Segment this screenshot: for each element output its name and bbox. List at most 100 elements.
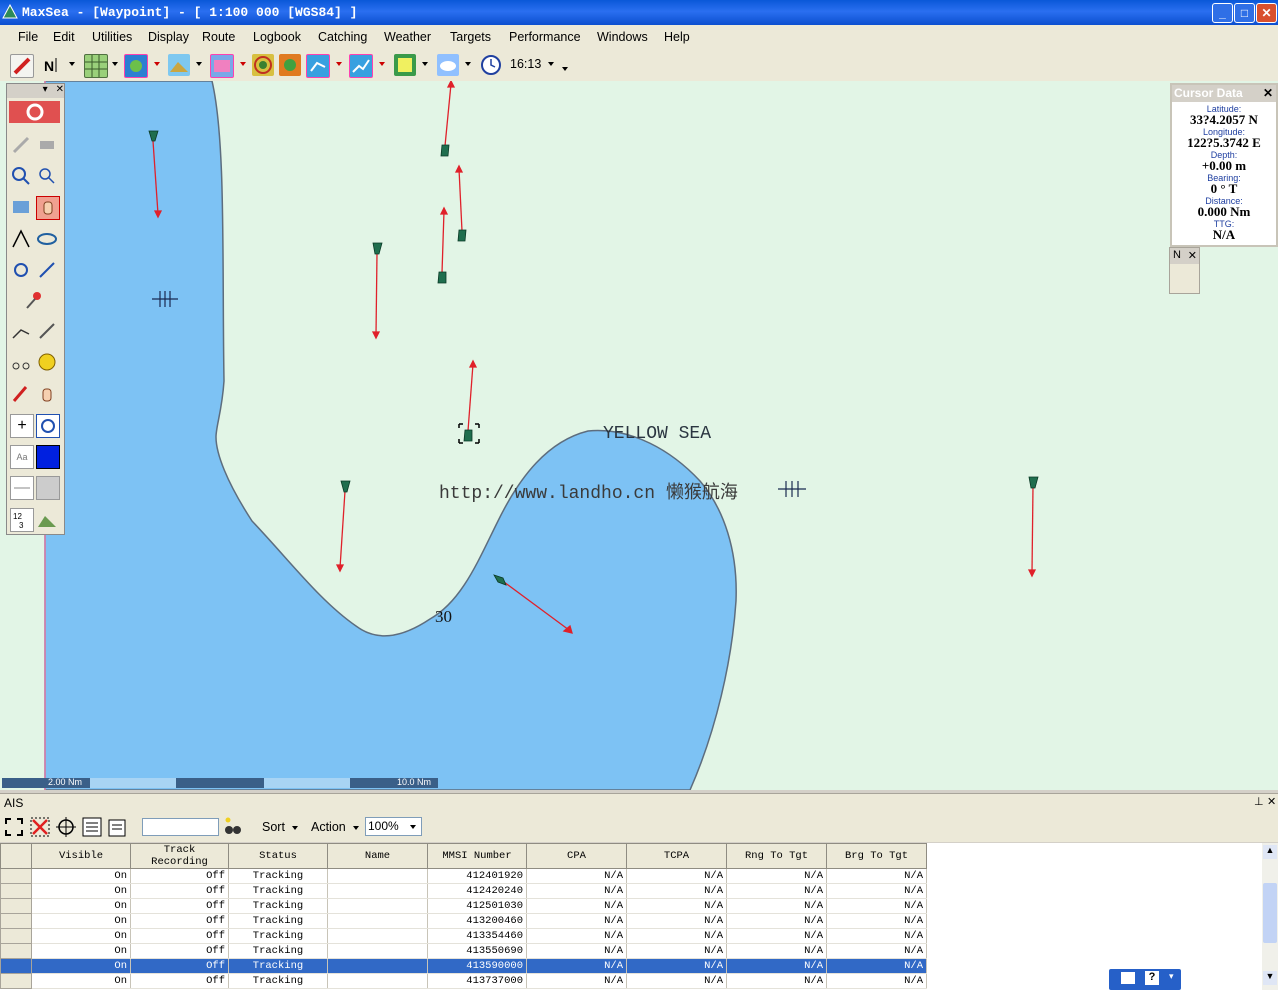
- scroll-up-icon[interactable]: ▲: [1263, 845, 1277, 859]
- menu-catching[interactable]: Catching: [318, 30, 367, 44]
- table-row[interactable]: On Off Tracking 413590000 N/A N/A N/A N/A: [0, 958, 927, 974]
- menu-utilities[interactable]: Utilities: [92, 30, 132, 44]
- draw-pencil-icon[interactable]: [10, 383, 32, 405]
- pan-hand-icon[interactable]: [36, 196, 60, 220]
- col-brg-to-tgt[interactable]: Brg To Tgt: [826, 843, 927, 869]
- target-tool-icon[interactable]: [36, 228, 58, 250]
- smiley-icon[interactable]: [36, 351, 58, 373]
- maximize-button[interactable]: □: [1234, 3, 1255, 23]
- pointer-hand-icon[interactable]: [36, 383, 58, 405]
- line-style-icon[interactable]: [10, 476, 34, 500]
- zoom-out-icon[interactable]: [36, 165, 58, 187]
- numbering-icon[interactable]: 12 3: [10, 508, 34, 532]
- row-selector[interactable]: [0, 898, 32, 914]
- table-row[interactable]: On Off Tracking 412401920 N/A N/A N/A N/A: [0, 868, 927, 884]
- help-icon[interactable]: ?: [1145, 971, 1159, 985]
- eraser-icon[interactable]: [36, 134, 58, 156]
- layers-icon[interactable]: [210, 54, 234, 78]
- edit-mark-icon[interactable]: [23, 289, 45, 311]
- grid-icon[interactable]: [84, 54, 108, 78]
- select-area-icon[interactable]: [5, 818, 23, 836]
- north-panel-close-icon[interactable]: ✕: [1188, 249, 1197, 262]
- split-screen-icon[interactable]: [394, 54, 416, 76]
- scroll-thumb[interactable]: [1263, 883, 1277, 943]
- col-status[interactable]: Status: [228, 843, 328, 869]
- ais-close-icon[interactable]: ✕: [1267, 795, 1276, 808]
- close-button[interactable]: ✕: [1256, 3, 1277, 23]
- weather-icon[interactable]: [437, 54, 459, 76]
- delete-selection-icon[interactable]: [30, 817, 50, 840]
- table-row[interactable]: On Off Tracking 413737000 N/A N/A N/A N/A: [0, 973, 927, 989]
- measure-icon[interactable]: [10, 134, 32, 156]
- fill-pattern-icon[interactable]: [36, 476, 60, 500]
- pin-icon[interactable]: ⊥: [1254, 795, 1264, 808]
- menu-performance[interactable]: Performance: [509, 30, 581, 44]
- cursor-data-close-icon[interactable]: ✕: [1263, 86, 1273, 100]
- lifebuoy-icon[interactable]: [9, 101, 60, 123]
- circle-tool-icon[interactable]: [36, 414, 60, 438]
- zoom-select[interactable]: 100%: [365, 817, 422, 836]
- col-cpa[interactable]: CPA: [526, 843, 627, 869]
- menu-file[interactable]: File: [18, 30, 38, 44]
- menu-targets[interactable]: Targets: [450, 30, 491, 44]
- col-visible[interactable]: Visible: [31, 843, 131, 869]
- properties-icon[interactable]: [108, 817, 128, 840]
- text-tool-icon[interactable]: Aa: [10, 445, 34, 469]
- north-up-icon[interactable]: N: [42, 54, 64, 76]
- color-picker-icon[interactable]: [36, 445, 60, 469]
- table-row[interactable]: On Off Tracking 413200460 N/A N/A N/A N/A: [0, 913, 927, 929]
- table-row[interactable]: On Off Tracking 412501030 N/A N/A N/A N/A: [0, 898, 927, 914]
- sort-button[interactable]: Sort: [262, 820, 285, 834]
- ais-vertical-scrollbar[interactable]: ▲ ▼: [1262, 843, 1278, 990]
- scissors-icon[interactable]: [10, 351, 32, 373]
- row-selector[interactable]: [0, 883, 32, 899]
- binoculars-icon[interactable]: [223, 817, 243, 840]
- col-tcpa[interactable]: TCPA: [626, 843, 727, 869]
- menu-windows[interactable]: Windows: [597, 30, 648, 44]
- col-rng-to-tgt[interactable]: Rng To Tgt: [726, 843, 827, 869]
- move-point-icon[interactable]: [10, 320, 32, 342]
- palette-close-icon[interactable]: ✕: [56, 84, 64, 95]
- crosshair-icon[interactable]: [56, 817, 76, 840]
- minimize-button[interactable]: _: [1212, 3, 1233, 23]
- row-selector[interactable]: [0, 973, 32, 989]
- photo-chart-icon[interactable]: [168, 54, 190, 76]
- zoom-in-icon[interactable]: [10, 165, 32, 187]
- row-selector[interactable]: [0, 868, 32, 884]
- menu-weather[interactable]: Weather: [384, 30, 431, 44]
- center-map-icon[interactable]: [10, 196, 32, 218]
- bathymetry-icon[interactable]: [279, 54, 301, 76]
- menu-route[interactable]: Route: [202, 30, 235, 44]
- clock-icon[interactable]: [480, 54, 502, 76]
- ais-search-input[interactable]: [142, 818, 219, 836]
- scroll-down-icon[interactable]: ▼: [1263, 971, 1277, 985]
- photo-icon[interactable]: [36, 508, 58, 530]
- row-selector[interactable]: [0, 958, 32, 974]
- mark-icon[interactable]: [10, 259, 32, 281]
- keyboard-icon[interactable]: [1121, 972, 1135, 984]
- row-selector[interactable]: [0, 913, 32, 929]
- expand-icon[interactable]: ▾: [1169, 971, 1174, 982]
- col-track-recording[interactable]: Track Recording: [130, 843, 229, 869]
- row-selector[interactable]: [0, 928, 32, 944]
- cut-icon[interactable]: [36, 320, 58, 342]
- language-bar[interactable]: ? ▾: [1109, 969, 1181, 990]
- table-row[interactable]: On Off Tracking 413354460 N/A N/A N/A N/A: [0, 928, 927, 944]
- add-point-icon[interactable]: +: [10, 414, 34, 438]
- pencil-tool-icon[interactable]: [10, 54, 34, 78]
- contour-icon[interactable]: [252, 54, 274, 76]
- waypoint-link-icon[interactable]: [36, 259, 58, 281]
- menu-display[interactable]: Display: [148, 30, 189, 44]
- menu-logbook[interactable]: Logbook: [253, 30, 301, 44]
- menu-edit[interactable]: Edit: [53, 30, 75, 44]
- table-row[interactable]: On Off Tracking 412420240 N/A N/A N/A N/A: [0, 883, 927, 899]
- col-name[interactable]: Name: [327, 843, 428, 869]
- chart-map[interactable]: YELLOW SEA http://www.landho.cn 懒猴航海 30: [0, 81, 1278, 790]
- col-mmsi[interactable]: MMSI Number: [427, 843, 527, 869]
- route-icon[interactable]: [306, 54, 330, 78]
- chart-layer-icon[interactable]: [124, 54, 148, 78]
- menu-help[interactable]: Help: [664, 30, 690, 44]
- track-icon[interactable]: [349, 54, 373, 78]
- route-draw-icon[interactable]: [10, 228, 32, 250]
- table-row[interactable]: On Off Tracking 413550690 N/A N/A N/A N/A: [0, 943, 927, 959]
